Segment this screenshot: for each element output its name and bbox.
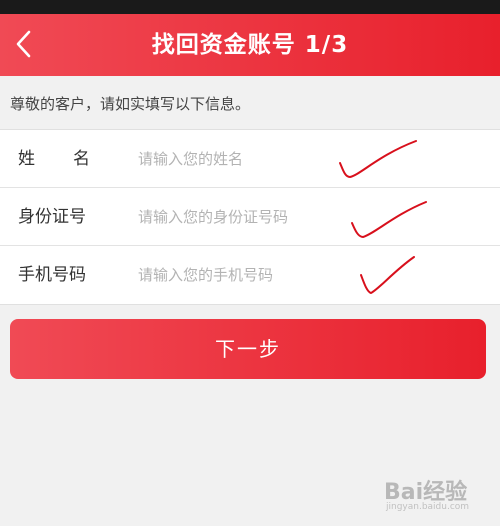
form-row-phone: 手机号码 xyxy=(0,246,500,304)
name-label: 姓名 xyxy=(18,149,128,169)
page-title: 找回资金账号 1/3 xyxy=(151,32,349,58)
id-number-label: 身份证号 xyxy=(18,207,86,227)
form-row-id-number: 身份证号 xyxy=(0,188,500,246)
phone-input[interactable] xyxy=(138,258,348,292)
status-bar xyxy=(0,0,500,14)
id-number-input[interactable] xyxy=(138,200,348,234)
name-input[interactable] xyxy=(138,142,348,176)
instruction-text: 尊敬的客户，请如实填写以下信息。 xyxy=(10,95,251,113)
baidu-jingyan-watermark: Bai经验 jingyan.baidu.com xyxy=(384,472,494,522)
page: 找回资金账号 1/3 尊敬的客户，请如实填写以下信息。 姓名 身份证号 手机号码… xyxy=(0,0,500,526)
watermark-url: jingyan.baidu.com xyxy=(386,502,470,512)
info-form: 姓名 身份证号 手机号码 xyxy=(0,129,500,305)
form-row-name: 姓名 xyxy=(0,130,500,188)
header-bar: 找回资金账号 1/3 xyxy=(0,14,500,76)
phone-label: 手机号码 xyxy=(18,265,86,285)
next-step-button[interactable]: 下一步 xyxy=(10,319,486,379)
